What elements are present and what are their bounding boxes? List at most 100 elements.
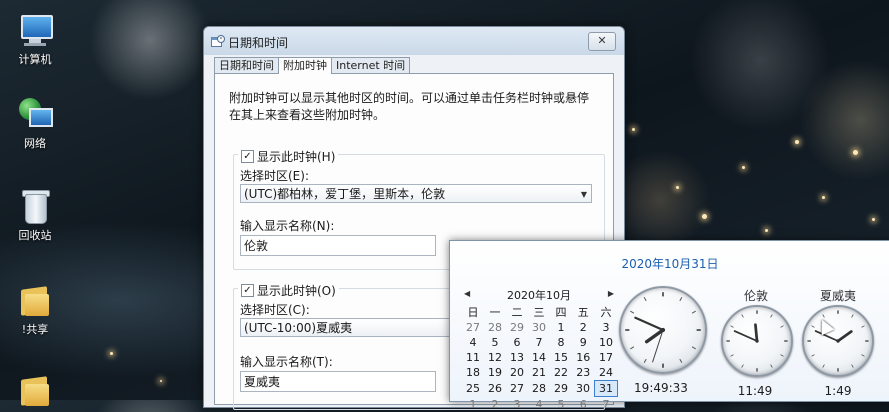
calendar-day[interactable]: 6: [506, 335, 528, 350]
calendar-day[interactable]: 10: [595, 335, 618, 350]
calendar-day[interactable]: 7: [595, 397, 618, 412]
calendar-day[interactable]: 14: [528, 350, 550, 365]
clock-center: [836, 339, 839, 342]
calendar-day[interactable]: 6: [572, 397, 595, 412]
minute-hand: [635, 318, 663, 330]
calendar-day[interactable]: 1: [462, 397, 484, 412]
calendar-day[interactable]: 3: [595, 320, 618, 335]
desktop-icon-computer[interactable]: 计算机: [8, 12, 62, 67]
calendar-day[interactable]: 30: [528, 320, 550, 335]
calendar-day[interactable]: 13: [506, 350, 528, 365]
calendar-day[interactable]: 9: [572, 335, 595, 350]
calendar-day[interactable]: 25: [462, 381, 484, 397]
clock-tick: [852, 365, 854, 368]
clock-tick: [730, 355, 733, 357]
weekday-header: 三: [528, 304, 550, 320]
london-clock-time: 11:49: [710, 384, 800, 398]
desktop-icon-label: 网络: [8, 135, 62, 151]
clock-tick: [644, 359, 646, 363]
calendar-day[interactable]: 1: [550, 320, 572, 335]
clock-tick: [811, 355, 814, 357]
clock-tick: [771, 365, 773, 368]
weekday-header: 五: [572, 304, 595, 320]
calendar-day[interactable]: 20: [506, 365, 528, 381]
hour-hand: [838, 332, 851, 341]
calendar-day[interactable]: 4: [462, 335, 484, 350]
calendar-day[interactable]: 16: [572, 350, 595, 365]
calendar-day[interactable]: 22: [550, 365, 572, 381]
calendar-day[interactable]: 27: [506, 381, 528, 397]
checkbox-check-icon: ✓: [241, 150, 254, 163]
tab-internet-time[interactable]: Internet 时间: [331, 57, 410, 73]
network-icon: [17, 96, 53, 132]
calendar-day[interactable]: 5: [550, 397, 572, 412]
calendar-day[interactable]: 30: [572, 381, 595, 397]
panel-description: 附加时钟可以显示其他时区的时间。可以通过单击任务栏时钟或悬停在其上来查看这些附加…: [229, 90, 599, 124]
local-clock-time: 19:49:33: [616, 381, 706, 395]
clock-face-graphic: [804, 307, 872, 375]
calendar-day[interactable]: 24: [595, 365, 618, 381]
clock2-show-checkbox[interactable]: ✓ 显示此时钟(O): [238, 282, 339, 299]
calendar-today[interactable]: 31: [595, 381, 618, 397]
calendar-day[interactable]: 23: [572, 365, 595, 381]
clock-tick: [742, 314, 744, 317]
clock2-timezone-value: (UTC-10:00)夏威夷: [244, 321, 352, 335]
clock-tick: [692, 347, 696, 349]
calendar-day[interactable]: 4: [528, 397, 550, 412]
hour-hand: [755, 325, 757, 341]
calendar-day[interactable]: 28: [484, 320, 506, 335]
desktop-icon-label: 计算机: [8, 51, 62, 67]
clock2-name-label: 输入显示名称(T):: [240, 353, 333, 370]
calendar-day[interactable]: 19: [484, 365, 506, 381]
clock2-name-input[interactable]: 夏威夷: [240, 371, 436, 392]
close-button[interactable]: ✕: [588, 32, 616, 51]
calendar-day[interactable]: 15: [550, 350, 572, 365]
dialog-title: 日期和时间: [228, 34, 288, 51]
clock-tick: [644, 297, 646, 301]
desktop-icon-shared[interactable]: !共享: [8, 282, 62, 337]
desktop-icon-recycle-bin[interactable]: 回收站: [8, 188, 62, 243]
minute-hand: [735, 331, 757, 341]
clock1-show-checkbox[interactable]: ✓ 显示此时钟(H): [238, 148, 338, 165]
dialog-titlebar[interactable]: 日期和时间 ✕: [204, 27, 624, 55]
calendar-day[interactable]: 28: [528, 381, 550, 397]
computer-icon: [17, 12, 53, 48]
tab-date-time[interactable]: 日期和时间: [214, 57, 279, 73]
calendar-day[interactable]: 11: [462, 350, 484, 365]
desktop-icon-network[interactable]: 网络: [8, 96, 62, 151]
calendar-day[interactable]: 8: [550, 335, 572, 350]
desktop-icon-label: 回收站: [8, 227, 62, 243]
calendar-day[interactable]: 27: [462, 320, 484, 335]
clock-tick: [730, 326, 733, 328]
calendar-day[interactable]: 5: [484, 335, 506, 350]
date-settings-link[interactable]: 2020年10月31日: [450, 255, 889, 272]
tab-additional-clocks[interactable]: 附加时钟: [278, 57, 332, 74]
calendar-day[interactable]: 18: [462, 365, 484, 381]
weekday-header: 二: [506, 304, 528, 320]
calendar-day[interactable]: 21: [528, 365, 550, 381]
calendar-day[interactable]: 29: [550, 381, 572, 397]
calendar-header: ◀ 2020年10月 ▶: [464, 287, 614, 303]
close-icon: ✕: [597, 34, 606, 47]
desktop-icon-partial[interactable]: [8, 372, 62, 411]
calendar-day[interactable]: 2: [484, 397, 506, 412]
calendar-day[interactable]: 26: [484, 381, 506, 397]
calendar-day[interactable]: 7: [528, 335, 550, 350]
calendar-day[interactable]: 29: [506, 320, 528, 335]
clock-tick: [852, 314, 854, 317]
calendar-month-title[interactable]: 2020年10月: [507, 287, 571, 303]
clock1-name-input[interactable]: 伦敦: [240, 235, 436, 256]
calendar-day[interactable]: 12: [484, 350, 506, 365]
calendar-day[interactable]: 17: [595, 350, 618, 365]
clock1-timezone-select[interactable]: (UTC)都柏林，爱丁堡，里斯本，伦敦 ▼: [240, 184, 592, 203]
calendar-day[interactable]: 2: [572, 320, 595, 335]
clock-tick: [781, 326, 784, 328]
shared-folder-icon: [17, 282, 53, 318]
clock-name-london: 伦敦: [716, 287, 796, 304]
next-month-icon[interactable]: ▶: [608, 287, 614, 303]
calendar-day[interactable]: 3: [506, 397, 528, 412]
clock-tick: [680, 297, 682, 301]
prev-month-icon[interactable]: ◀: [464, 287, 470, 303]
weekday-header: 日: [462, 304, 484, 320]
clock1-timezone-label: 选择时区(E):: [240, 167, 309, 184]
